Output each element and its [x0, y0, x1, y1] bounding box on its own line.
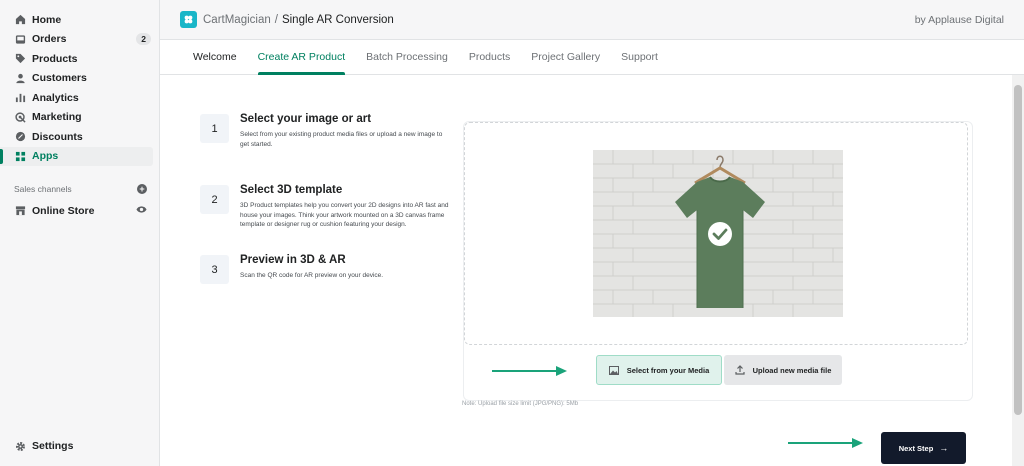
developer-credit: by Applause Digital [914, 13, 1004, 26]
step-title: Preview in 3D & AR [240, 254, 346, 266]
sidebar-item-label: Analytics [32, 91, 79, 104]
tab-support[interactable]: Support [621, 40, 658, 74]
sales-channels-header: Sales channels + [0, 180, 159, 198]
eye-icon[interactable] [136, 204, 147, 218]
tab-bar: Welcome Create AR Product Batch Processi… [160, 40, 1024, 75]
select-from-media-button[interactable]: Select from your Media [596, 355, 722, 385]
sidebar-item-marketing[interactable]: Marketing [0, 108, 159, 128]
store-icon [14, 205, 26, 217]
step-description: 3D Product templates help you convert yo… [240, 202, 449, 229]
sidebar-item-discounts[interactable]: Discounts [0, 127, 159, 147]
sidebar-item-label: Settings [32, 440, 74, 453]
orders-icon [14, 33, 26, 45]
sidebar-item-label: Discounts [32, 130, 83, 143]
step-number: 3 [200, 255, 229, 284]
sidebar-item-apps[interactable]: Apps [0, 146, 153, 166]
upload-size-note: Note: Upload file size limit (JPG/PNG): … [462, 401, 579, 407]
step-2: 2 Select 3D template 3D Product template… [200, 184, 452, 230]
breadcrumb-separator: / [274, 13, 278, 26]
arrow-to-media-icon [492, 364, 568, 382]
sidebar-item-label: Online Store [32, 204, 95, 217]
product-preview-image [593, 150, 843, 317]
page-title: Single AR Conversion [281, 13, 394, 26]
sidebar-item-label: Customers [32, 72, 87, 85]
sidebar: Home Orders 2 Products Customers Analyti… [0, 0, 160, 466]
tab-project-gallery[interactable]: Project Gallery [531, 40, 600, 74]
step-number: 1 [200, 114, 229, 143]
target-icon [14, 111, 26, 123]
step-number: 2 [200, 185, 229, 214]
image-icon [608, 365, 619, 375]
tab-create-ar-product[interactable]: Create AR Product [257, 40, 345, 75]
select-from-media-label: Select from your Media [626, 365, 710, 375]
discount-icon [14, 131, 26, 143]
step-title: Select your image or art [240, 113, 372, 125]
bar-chart-icon [14, 92, 26, 104]
sidebar-item-label: Home [32, 13, 62, 26]
scrollbar-thumb[interactable] [1014, 85, 1022, 415]
orders-count-badge: 2 [136, 33, 151, 46]
main-content: 1 Select your image or art Select from y… [160, 75, 1012, 466]
home-icon [14, 14, 26, 26]
tag-icon [14, 53, 26, 65]
step-description: Select from your existing product media … [240, 131, 443, 148]
sales-channels-label: Sales channels [14, 184, 72, 194]
sidebar-item-label: Orders [32, 33, 67, 46]
apps-icon [14, 150, 26, 162]
sidebar-item-label: Products [32, 52, 78, 65]
sidebar-item-products[interactable]: Products [0, 49, 159, 69]
step-title: Select 3D template [240, 184, 343, 196]
sidebar-item-settings[interactable]: Settings [0, 437, 159, 457]
next-step-button[interactable]: Next Step → [881, 432, 966, 464]
sidebar-item-label: Marketing [32, 111, 82, 124]
sidebar-nav: Home Orders 2 Products Customers Analyti… [0, 0, 159, 166]
scrollbar[interactable] [1012, 75, 1024, 466]
step-3: 3 Preview in 3D & AR Scan the QR code fo… [200, 254, 452, 284]
sidebar-item-customers[interactable]: Customers [0, 69, 159, 89]
tab-welcome[interactable]: Welcome [193, 40, 237, 74]
app-header: CartMagician / Single AR Conversion by A… [160, 0, 1024, 40]
upload-media-label: Upload new media file [752, 365, 832, 375]
person-icon [14, 72, 26, 84]
app-logo-icon [180, 11, 197, 28]
upload-media-button[interactable]: Upload new media file [724, 355, 842, 385]
upload-icon [735, 365, 745, 375]
tab-products[interactable]: Products [469, 40, 510, 74]
arrow-right-icon: → [939, 443, 949, 453]
next-step-label: Next Step [898, 443, 934, 453]
arrow-to-next-icon [788, 436, 864, 454]
sidebar-item-analytics[interactable]: Analytics [0, 88, 159, 108]
add-channel-icon[interactable]: + [137, 184, 147, 194]
step-description: Scan the QR code for AR preview on your … [240, 272, 384, 279]
tab-batch-processing[interactable]: Batch Processing [366, 40, 448, 74]
step-1: 1 Select your image or art Select from y… [200, 113, 452, 149]
sidebar-item-orders[interactable]: Orders 2 [0, 30, 159, 50]
sidebar-item-home[interactable]: Home [0, 10, 159, 30]
gear-icon [14, 440, 26, 452]
sidebar-item-online-store[interactable]: Online Store [0, 201, 159, 221]
sidebar-item-label: Apps [32, 150, 59, 163]
breadcrumb-app-name[interactable]: CartMagician [203, 14, 271, 26]
